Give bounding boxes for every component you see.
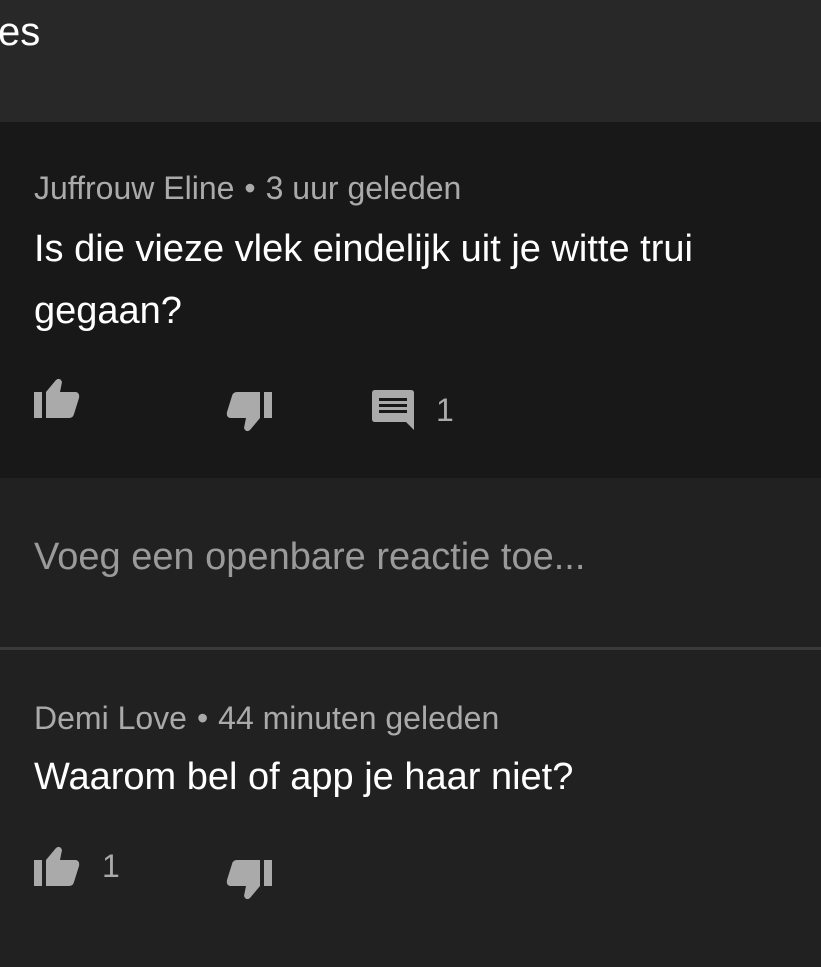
comment-text: Waarom bel of app je haar niet? xyxy=(34,756,574,798)
reply-count: 1 xyxy=(436,391,454,428)
comment-time: 3 uur geleden xyxy=(265,170,462,206)
comment-reply: Demi Love • 44 minuten geleden Waarom bel … xyxy=(0,650,821,967)
comment-highlighted: Juffrouw Eline • 3 uur geleden Is die viez… xyxy=(0,122,821,478)
like-button[interactable]: 1 xyxy=(34,846,120,886)
reply-button[interactable]: 1 xyxy=(372,390,454,430)
comment-time: 44 minuten geleden xyxy=(218,700,500,736)
header-title: es xyxy=(0,10,41,54)
meta-separator: • xyxy=(196,700,209,736)
comment-meta: Demi Love • 44 minuten geleden xyxy=(34,700,499,737)
comment-author[interactable]: Demi Love xyxy=(34,700,187,736)
thumbs-down-icon xyxy=(226,392,272,432)
dislike-button[interactable] xyxy=(226,392,272,432)
thumbs-up-icon xyxy=(34,378,80,418)
comment-icon xyxy=(372,390,414,430)
header-bar: es xyxy=(0,0,821,122)
comment-meta: Juffrouw Eline • 3 uur geleden xyxy=(34,170,461,207)
thumbs-up-icon xyxy=(34,846,80,886)
meta-separator: • xyxy=(244,170,256,206)
thumbs-down-icon xyxy=(226,860,272,900)
like-count: 1 xyxy=(102,847,120,884)
dislike-button[interactable] xyxy=(226,860,272,900)
like-button[interactable] xyxy=(34,378,80,418)
add-reply-area[interactable]: Voeg een openbare reactie toe... xyxy=(0,478,821,648)
comment-author[interactable]: Juffrouw Eline xyxy=(34,170,234,206)
add-reply-input[interactable]: Voeg een openbare reactie toe... xyxy=(34,536,585,579)
comment-text: Is die vieze vlek eindelijk uit je witte… xyxy=(34,228,693,332)
